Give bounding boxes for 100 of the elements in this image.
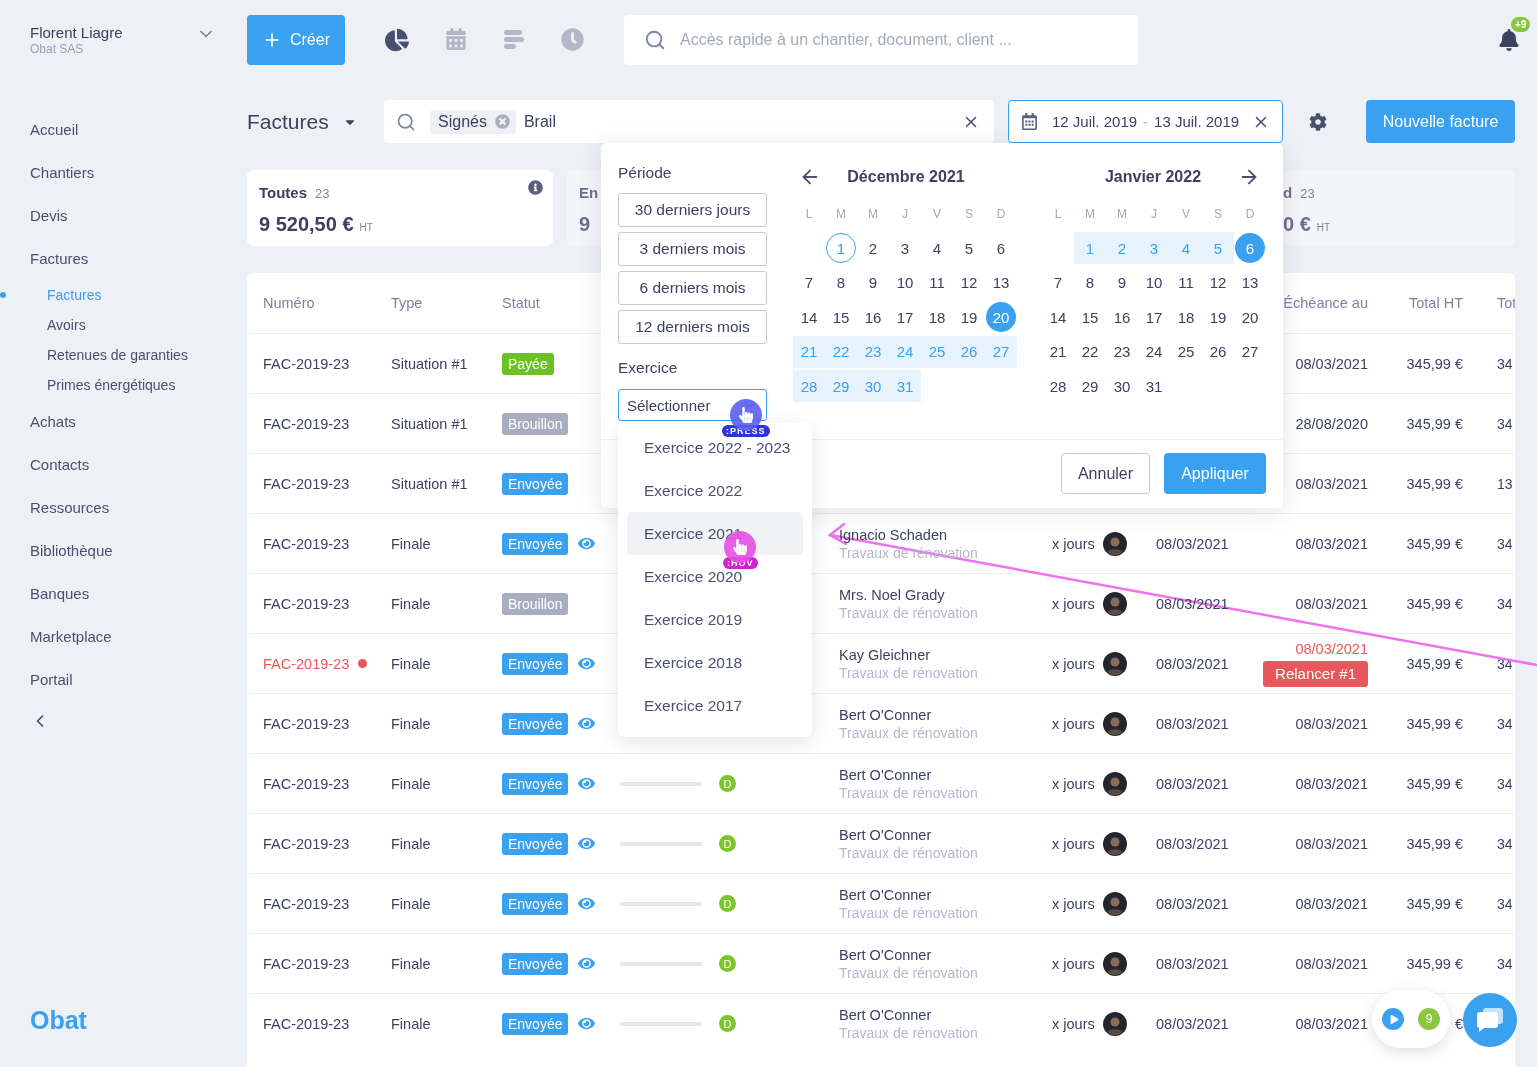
menu-item[interactable]: Exercice 2017 bbox=[644, 696, 743, 715]
summary-card[interactable]: Toutes 23 9 520,50 € HT bbox=[247, 170, 553, 246]
eye-icon[interactable] bbox=[578, 835, 596, 852]
calendar-day[interactable]: 2 bbox=[858, 233, 888, 264]
calendar-day[interactable]: 9 bbox=[858, 267, 888, 298]
column-header[interactable]: Numéro bbox=[263, 295, 315, 311]
calendar-day[interactable]: 15 bbox=[1075, 302, 1105, 333]
calendar-day[interactable]: 20 bbox=[1235, 302, 1265, 333]
calendar-day[interactable]: 14 bbox=[794, 302, 824, 333]
invoice-number[interactable]: FAC-2019-23 bbox=[263, 475, 350, 492]
menu-item[interactable]: Exercice 2022 bbox=[644, 481, 743, 500]
nav-item[interactable]: Chantiers bbox=[0, 151, 247, 194]
clock-icon[interactable] bbox=[561, 28, 584, 51]
calendar-day[interactable]: 17 bbox=[1139, 302, 1169, 333]
calendar-day[interactable]: 28 bbox=[1043, 371, 1073, 402]
calendar-day[interactable]: 27 bbox=[1235, 336, 1265, 367]
calendar-day[interactable]: 24 bbox=[1139, 336, 1169, 367]
invoice-number[interactable]: FAC-2019-23 bbox=[263, 775, 350, 792]
nav-item[interactable]: Devis bbox=[0, 194, 247, 237]
bars-icon[interactable] bbox=[503, 28, 525, 50]
calendar-day[interactable]: 11 bbox=[922, 267, 952, 298]
calendar-day[interactable]: 7 bbox=[1043, 267, 1073, 298]
summary-card[interactable]: d 23 0 € HT bbox=[1283, 170, 1515, 246]
calendar-day[interactable]: 22 bbox=[1075, 336, 1105, 367]
nav-item[interactable]: Bibliothèque bbox=[0, 529, 247, 572]
calendar-day[interactable]: 31 bbox=[1139, 371, 1169, 402]
menu-item[interactable]: Exercice 2021 bbox=[644, 524, 743, 543]
settings-icon[interactable] bbox=[1309, 112, 1327, 131]
calendar-day[interactable]: 10 bbox=[1139, 267, 1169, 298]
calendar-day[interactable]: 16 bbox=[858, 302, 888, 333]
nav-item[interactable]: Banques bbox=[0, 572, 247, 615]
calendar-day[interactable]: 21 bbox=[1043, 336, 1073, 367]
date-range-field[interactable]: 12 Juil. 2019 - 13 Juil. 2019 bbox=[1008, 100, 1283, 143]
menu-item[interactable]: Exercice 2018 bbox=[644, 653, 743, 672]
invoice-number[interactable]: FAC-2019-23 bbox=[263, 1015, 350, 1032]
preset-button[interactable]: 6 derniers mois bbox=[618, 271, 767, 305]
nav-subitem[interactable]: Avoirs bbox=[0, 310, 247, 340]
column-header[interactable]: Total HT bbox=[1409, 295, 1463, 311]
bell-icon[interactable] bbox=[1498, 29, 1520, 51]
preset-button[interactable]: 3 derniers mois bbox=[618, 232, 767, 266]
menu-item[interactable]: Exercice 2019 bbox=[644, 610, 743, 629]
calendar-day[interactable]: 18 bbox=[1171, 302, 1201, 333]
page-title-dropdown[interactable]: Factures bbox=[247, 109, 384, 134]
preset-button[interactable]: 12 derniers mois bbox=[618, 310, 767, 344]
calendar-day[interactable]: 5 bbox=[954, 233, 984, 264]
filter-search-field[interactable]: Signés Brail bbox=[384, 100, 994, 143]
calendar-day[interactable]: 3 bbox=[890, 233, 920, 264]
cancel-button[interactable]: Annuler bbox=[1061, 453, 1150, 494]
nav-item[interactable]: Contacts bbox=[0, 443, 247, 486]
eye-icon[interactable] bbox=[578, 715, 596, 732]
invoice-number[interactable]: FAC-2019-23 bbox=[263, 655, 350, 672]
calendar-day[interactable]: 30 bbox=[1107, 371, 1137, 402]
calendar-day[interactable]: 25 bbox=[1171, 336, 1201, 367]
calendar-day[interactable]: 17 bbox=[890, 302, 920, 333]
filter-chip[interactable]: Signés bbox=[430, 109, 516, 134]
calendar-icon[interactable] bbox=[445, 28, 467, 50]
calendar-day[interactable]: 18 bbox=[922, 302, 952, 333]
pie-chart-icon[interactable] bbox=[385, 28, 409, 52]
calendar-day[interactable]: 13 bbox=[986, 267, 1016, 298]
calendar-day[interactable]: 19 bbox=[954, 302, 984, 333]
eye-icon[interactable] bbox=[578, 655, 596, 672]
nav-subitem[interactable]: Retenues de garanties bbox=[0, 340, 247, 370]
calendar-day[interactable]: 16 bbox=[1107, 302, 1137, 333]
calendar-day[interactable]: 6 bbox=[986, 233, 1016, 264]
calendar-day[interactable]: 15 bbox=[826, 302, 856, 333]
calendar-day[interactable]: 29 bbox=[1075, 371, 1105, 402]
play-icon[interactable] bbox=[1382, 1008, 1404, 1030]
calendar-day[interactable]: 4 bbox=[922, 233, 952, 264]
calendar-day[interactable]: 19 bbox=[1203, 302, 1233, 333]
preset-button[interactable]: 30 derniers jours bbox=[618, 193, 767, 227]
calendar-day[interactable]: 23 bbox=[1107, 336, 1137, 367]
calendar-day[interactable]: 11 bbox=[1171, 267, 1201, 298]
nav-item[interactable]: Achats bbox=[0, 400, 247, 443]
calendar-day[interactable]: 26 bbox=[1203, 336, 1233, 367]
eye-icon[interactable] bbox=[578, 775, 596, 792]
invoice-number[interactable]: FAC-2019-23 bbox=[263, 955, 350, 972]
calendar-day[interactable]: 12 bbox=[1203, 267, 1233, 298]
invoice-number[interactable]: FAC-2019-23 bbox=[263, 715, 350, 732]
calendar-day[interactable]: 13 bbox=[1235, 267, 1265, 298]
column-header[interactable]: Échéance au bbox=[1283, 295, 1368, 311]
column-header[interactable]: Statut bbox=[502, 295, 540, 311]
calendar-day[interactable]: 14 bbox=[1043, 302, 1073, 333]
invoice-number[interactable]: FAC-2019-23 bbox=[263, 535, 350, 552]
column-header[interactable]: Type bbox=[391, 295, 423, 311]
nav-item[interactable]: Ressources bbox=[0, 486, 247, 529]
invoice-number[interactable]: FAC-2019-23 bbox=[263, 415, 350, 432]
calendar-day[interactable]: 8 bbox=[1075, 267, 1105, 298]
info-icon[interactable] bbox=[528, 180, 543, 195]
calendar-day[interactable]: 12 bbox=[954, 267, 984, 298]
nav-subitem[interactable]: Primes énergétiques bbox=[0, 370, 247, 400]
eye-icon[interactable] bbox=[578, 535, 596, 552]
remove-icon[interactable] bbox=[494, 114, 510, 129]
invoice-number[interactable]: FAC-2019-23 bbox=[263, 835, 350, 852]
invoice-number[interactable]: FAC-2019-23 bbox=[263, 895, 350, 912]
menu-item[interactable]: Exercice 2020 bbox=[644, 567, 743, 586]
calendar-day[interactable]: 8 bbox=[826, 267, 856, 298]
calendar-day[interactable]: 9 bbox=[1107, 267, 1137, 298]
reminder-button[interactable]: Relancer #1 bbox=[1263, 660, 1368, 687]
eye-icon[interactable] bbox=[578, 1015, 596, 1032]
calendar-day[interactable]: 7 bbox=[794, 267, 824, 298]
